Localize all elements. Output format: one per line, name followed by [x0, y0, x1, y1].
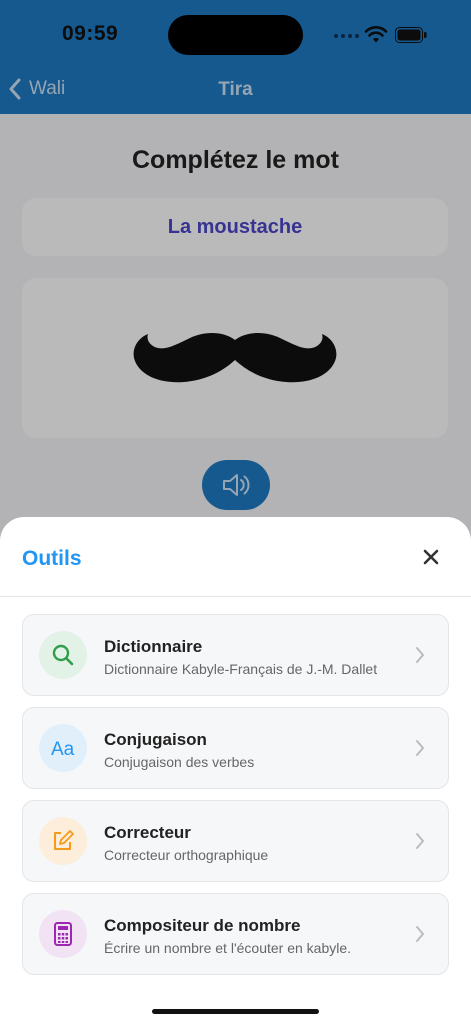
tool-title: Dictionnaire	[104, 637, 203, 656]
tool-subtitle: Conjugaison des verbes	[104, 754, 255, 770]
divider	[0, 596, 471, 597]
tool-icon-badge: Aa	[39, 724, 87, 772]
tool-icon-badge	[39, 910, 87, 958]
edit-icon	[54, 830, 74, 850]
search-icon	[52, 644, 74, 666]
home-indicator[interactable]	[152, 1009, 319, 1014]
tool-subtitle: Correcteur orthographique	[104, 847, 269, 863]
chevron-right-icon	[416, 926, 424, 942]
tools-sheet: Outils Dictionnaire Dictionnaire Kabyle-…	[0, 517, 471, 1024]
close-button[interactable]	[418, 544, 444, 570]
tool-subtitle: Écrire un nombre et l'écouter en kabyle.	[104, 940, 352, 956]
tool-icon-badge	[39, 817, 87, 865]
tool-title: Compositeur de nombre	[104, 916, 301, 935]
svg-text:Aa: Aa	[51, 739, 75, 760]
chevron-right-icon	[416, 833, 424, 849]
tool-item-compositeur[interactable]: Compositeur de nombre Écrire un nombre e…	[22, 893, 449, 975]
calculator-icon	[54, 922, 72, 946]
tool-title: Correcteur	[104, 823, 191, 842]
tool-item-correcteur[interactable]: Correcteur Correcteur orthographique	[22, 800, 449, 882]
sheet-title: Outils	[22, 547, 82, 570]
chevron-right-icon	[416, 740, 424, 756]
tool-subtitle: Dictionnaire Kabyle-Français de J.-M. Da…	[104, 661, 378, 677]
tool-title: Conjugaison	[104, 730, 207, 749]
text-aa-icon: Aa	[51, 739, 75, 760]
tool-item-dictionnaire[interactable]: Dictionnaire Dictionnaire Kabyle-Françai…	[22, 614, 449, 696]
tool-icon-badge	[39, 631, 87, 679]
close-icon	[423, 549, 439, 565]
chevron-right-icon	[416, 647, 424, 663]
tool-item-conjugaison[interactable]: Aa Conjugaison Conjugaison des verbes	[22, 707, 449, 789]
